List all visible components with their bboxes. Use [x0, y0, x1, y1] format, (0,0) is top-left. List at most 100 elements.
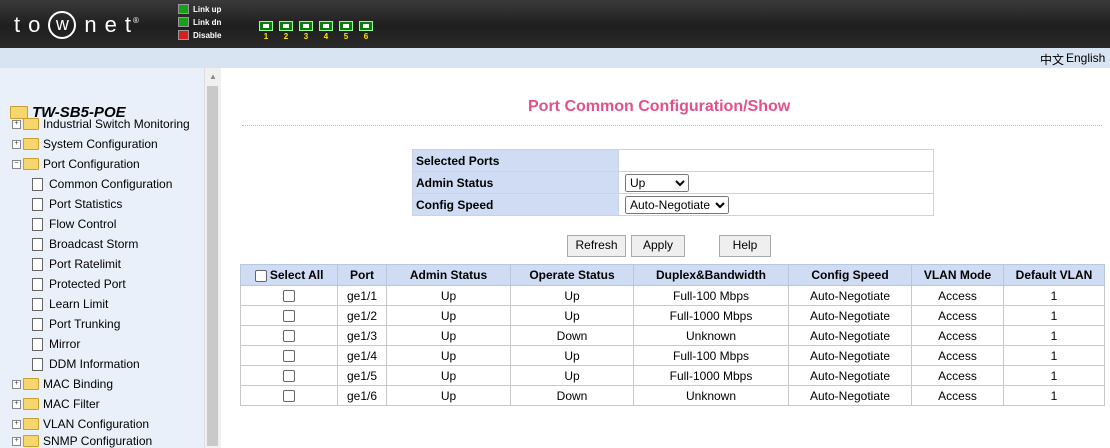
sidebar-item-port-trunking[interactable]: Port Trunking: [26, 317, 120, 331]
port-3[interactable]: 3: [296, 21, 316, 41]
sidebar-item-port-configuration[interactable]: − Port Configuration: [12, 157, 140, 171]
sidebar-item-label: Industrial Switch Monitoring: [43, 117, 190, 131]
header-bar: t o w n e t ® Link up Link dn Disable 1 2 3 4 …: [0, 0, 1110, 48]
port-cell: ge1/6: [337, 385, 387, 406]
sidebar-item-port-ratelimit[interactable]: Port Ratelimit: [26, 257, 121, 271]
help-button[interactable]: Help: [719, 235, 771, 257]
row-select-cell[interactable]: [240, 305, 338, 326]
sidebar-item-vlan-configuration[interactable]: + VLAN Configuration: [12, 417, 149, 431]
page-title: Port Common Configuration/Show: [528, 98, 791, 115]
lang-english-link[interactable]: English: [1066, 51, 1105, 65]
row-checkbox[interactable]: [283, 290, 295, 303]
sidebar-item-label: Flow Control: [49, 217, 117, 231]
title-divider: [242, 125, 1102, 126]
sidebar-item-mirror[interactable]: Mirror: [26, 337, 80, 351]
legend-label: Disable: [193, 30, 222, 40]
admin-status-select[interactable]: Up: [625, 173, 689, 192]
sidebar-item-mac-filter[interactable]: + MAC Filter: [12, 397, 100, 411]
folder-icon: [23, 118, 39, 130]
column-header: Operate Status: [510, 264, 634, 286]
row-select-cell[interactable]: [240, 285, 338, 306]
document-icon: [32, 257, 43, 271]
duplex-cell: Full-1000 Mbps: [633, 365, 789, 386]
table-row[interactable]: ge1/4 Up Up Full-100 Mbps Auto-Negotiate…: [240, 345, 1105, 366]
select-all-header[interactable]: Select All: [240, 264, 338, 286]
sidebar-item-mac-binding[interactable]: + MAC Binding: [12, 377, 113, 391]
row-checkbox[interactable]: [283, 310, 295, 323]
expand-plus-icon[interactable]: +: [12, 399, 21, 409]
sidebar-item-industrial-switch-monitoring[interactable]: + Industrial Switch Monitoring: [12, 117, 190, 131]
sidebar-item-snmp-configuration[interactable]: + SNMP Configuration: [12, 434, 152, 448]
expand-plus-icon[interactable]: +: [12, 139, 21, 149]
row-select-cell[interactable]: [240, 385, 338, 406]
row-checkbox[interactable]: [283, 390, 295, 403]
lang-chinese-link[interactable]: 中文: [1040, 51, 1064, 68]
admin-status-cell: Up: [386, 365, 511, 386]
expand-plus-icon[interactable]: +: [12, 119, 21, 129]
admin-status-cell: Up: [386, 305, 511, 326]
brand-logo: t o w n e t ®: [14, 11, 139, 39]
sidebar-item-flow-control[interactable]: Flow Control: [26, 217, 116, 231]
expand-plus-icon[interactable]: +: [12, 436, 21, 446]
default-vlan-cell: 1: [1003, 305, 1105, 326]
scroll-thumb[interactable]: [207, 86, 218, 446]
duplex-cell: Full-100 Mbps: [633, 285, 789, 306]
sidebar-item-port-statistics[interactable]: Port Statistics: [26, 197, 122, 211]
legend-link-up: Link up: [178, 4, 221, 14]
collapse-minus-icon[interactable]: −: [12, 159, 21, 169]
sidebar-item-label: Port Statistics: [49, 197, 123, 211]
port-5[interactable]: 5: [336, 21, 356, 41]
sidebar-item-system-configuration[interactable]: + System Configuration: [12, 137, 158, 151]
config-speed-select[interactable]: Auto-Negotiate: [625, 195, 729, 214]
selected-ports-field[interactable]: [618, 149, 934, 172]
sidebar-scrollbar[interactable]: ▲: [204, 68, 221, 448]
table-row[interactable]: ge1/3 Up Down Unknown Auto-Negotiate Acc…: [240, 325, 1105, 346]
admin-status-cell: Up: [386, 325, 511, 346]
folder-icon: [23, 138, 39, 150]
admin-status-cell: Up: [386, 385, 511, 406]
document-icon: [32, 217, 43, 231]
port-status-panel: 1 2 3 4 5 6: [256, 21, 376, 41]
expand-plus-icon[interactable]: +: [12, 419, 21, 429]
row-select-cell[interactable]: [240, 365, 338, 386]
row-checkbox[interactable]: [283, 370, 295, 383]
select-all-label: Select All: [269, 268, 324, 282]
refresh-button[interactable]: Refresh: [567, 235, 626, 257]
sidebar-item-label: Port Trunking: [49, 317, 121, 331]
port-2[interactable]: 2: [276, 21, 296, 41]
default-vlan-cell: 1: [1003, 385, 1105, 406]
sidebar-item-ddm-information[interactable]: DDM Information: [26, 357, 140, 371]
table-row[interactable]: ge1/2 Up Up Full-1000 Mbps Auto-Negotiat…: [240, 305, 1105, 326]
table-row[interactable]: ge1/6 Up Down Unknown Auto-Negotiate Acc…: [240, 385, 1105, 406]
select-all-checkbox[interactable]: [254, 269, 267, 282]
row-select-cell[interactable]: [240, 325, 338, 346]
legend-label: Link up: [193, 4, 222, 14]
admin-status-cell: Up: [386, 345, 511, 366]
scroll-up-arrow-icon[interactable]: ▲: [209, 72, 217, 81]
column-header: Admin Status: [386, 264, 511, 286]
operate-status-cell: Up: [510, 285, 634, 306]
row-select-cell[interactable]: [240, 345, 338, 366]
selected-ports-label: Selected Ports: [412, 149, 619, 172]
table-row[interactable]: ge1/1 Up Up Full-100 Mbps Auto-Negotiate…: [240, 285, 1105, 306]
port-4[interactable]: 4: [316, 21, 336, 41]
port-1[interactable]: 1: [256, 21, 276, 41]
sidebar-item-label: Port Configuration: [43, 157, 140, 171]
table-row[interactable]: ge1/5 Up Up Full-1000 Mbps Auto-Negotiat…: [240, 365, 1105, 386]
sidebar-item-common-configuration[interactable]: Common Configuration: [26, 177, 172, 191]
port-6[interactable]: 6: [356, 21, 376, 41]
sidebar-item-broadcast-storm[interactable]: Broadcast Storm: [26, 237, 138, 251]
sidebar-item-protected-port[interactable]: Protected Port: [26, 277, 126, 291]
row-checkbox[interactable]: [283, 330, 295, 343]
expand-plus-icon[interactable]: +: [12, 379, 21, 389]
apply-button[interactable]: Apply: [631, 235, 685, 257]
column-header: Duplex&Bandwidth: [633, 264, 789, 286]
operate-status-cell: Up: [510, 305, 634, 326]
row-checkbox[interactable]: [283, 350, 295, 363]
sidebar-item-label: MAC Filter: [43, 397, 100, 411]
sidebar-item-label: Broadcast Storm: [49, 237, 139, 251]
sidebar-item-label: Learn Limit: [49, 297, 109, 311]
port-icon: [279, 21, 293, 31]
port-cell: ge1/5: [337, 365, 387, 386]
sidebar-item-learn-limit[interactable]: Learn Limit: [26, 297, 108, 311]
